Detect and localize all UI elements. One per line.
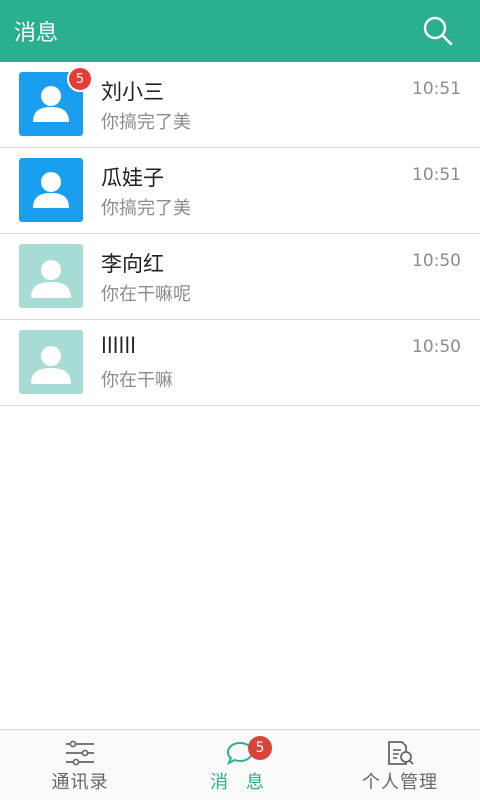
message-preview: 你在干嘛呢 <box>101 284 191 305</box>
tab-unread-badge: 5 <box>248 736 272 760</box>
avatar: 5 <box>19 66 93 136</box>
tab-label: 个人管理 <box>362 772 438 793</box>
avatar <box>19 244 83 308</box>
user-avatar-icon <box>19 244 83 308</box>
bottom-tab-bar: 通讯录 5 消 息 个人管理 <box>0 729 480 800</box>
tab-label: 通讯录 <box>51 772 109 793</box>
message-row-lixianghong[interactable]: 李向红 你在干嘛呢 10:50 <box>0 234 480 320</box>
contacts-list-icon <box>66 740 94 766</box>
app-header: 消息 <box>0 0 480 62</box>
message-row-guawazi[interactable]: 瓜娃子 你搞完了美 10:51 <box>0 148 480 234</box>
message-preview: 你搞完了美 <box>101 112 191 133</box>
tab-profile[interactable]: 个人管理 <box>320 730 480 800</box>
contact-name: llllll <box>101 334 137 358</box>
message-preview: 你搞完了美 <box>101 198 191 219</box>
profile-document-icon <box>388 741 414 765</box>
message-time: 10:50 <box>412 337 461 357</box>
contact-name: 李向红 <box>101 252 164 276</box>
tab-contacts[interactable]: 通讯录 <box>0 730 160 800</box>
unread-badge: 5 <box>67 66 93 92</box>
message-row-llllll[interactable]: llllll 你在干嘛 10:50 <box>0 320 480 406</box>
message-time: 10:50 <box>412 251 461 271</box>
message-list: 5 刘小三 你搞完了美 10:51 瓜娃子 你搞完了美 10:51 李向红 你在… <box>0 62 480 406</box>
tab-label: 消 息 <box>210 772 270 793</box>
message-row-liuxiaosan[interactable]: 5 刘小三 你搞完了美 10:51 <box>0 62 480 148</box>
user-avatar-icon <box>19 158 83 222</box>
message-time: 10:51 <box>412 165 461 185</box>
message-preview: 你在干嘛 <box>101 370 173 391</box>
tab-messages[interactable]: 5 消 息 <box>160 730 320 800</box>
message-time: 10:51 <box>412 79 461 99</box>
page-title: 消息 <box>14 21 59 46</box>
avatar <box>19 158 83 222</box>
contact-name: 瓜娃子 <box>101 166 164 190</box>
user-avatar-icon <box>19 330 83 394</box>
avatar <box>19 330 83 394</box>
contact-name: 刘小三 <box>101 80 164 104</box>
search-button[interactable] <box>420 13 456 49</box>
search-icon <box>423 16 453 46</box>
